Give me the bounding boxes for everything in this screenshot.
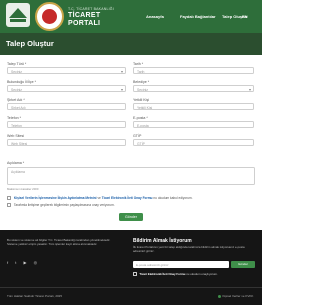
nav-useful-links[interactable]: Faydalı Bağlantılar <box>180 14 216 19</box>
nav-home[interactable]: Anasayfa <box>146 14 164 19</box>
brand-title[interactable]: TİCARET PORTALI <box>68 12 100 27</box>
brand-subtitle: T.C. TİCARET BAKANLIĞI <box>68 7 114 11</box>
kvkk-link-label: Kişisel Veriler ve KVKK <box>222 294 254 298</box>
municipality-select[interactable]: Seçiniz <box>133 85 254 92</box>
newsletter-title: Bildirim Almak İstiyorum <box>133 238 192 244</box>
consent-row-2: Tarafımla iletişime geçilerek bilgilerim… <box>7 203 115 208</box>
province-label: Bulunduğu İl/İlçe * <box>7 80 36 84</box>
phone-label: Telefon * <box>7 116 21 120</box>
province-select[interactable]: Seçiniz <box>7 85 126 92</box>
social-icons[interactable]: f t ▶ ◎ <box>7 260 40 265</box>
website-label: Web Sitesi <box>7 134 25 138</box>
newsletter-consent-checkbox[interactable] <box>133 272 137 276</box>
description-textarea[interactable]: Açıklama <box>7 167 255 185</box>
commercial-message-form-link[interactable]: Ticari Elektronik İleti Onay Formu <box>102 196 153 200</box>
brand-line-1: TİCARET <box>68 12 101 19</box>
consent-row-1: Kişisel Verilerin İşlenmesine İlişkin Ay… <box>7 196 193 201</box>
municipality-label: Belediye * <box>133 80 150 84</box>
ministry-logo-icon[interactable] <box>6 3 30 27</box>
consent-text-2: Tarafımla iletişime geçilerek bilgilerim… <box>13 203 115 207</box>
copyright-text: Tüm Hakları Saklıdır Ticaret Portalı, 20… <box>7 294 63 298</box>
newsletter-email-input[interactable]: E-posta adresinizi giriniz <box>133 261 229 268</box>
kvkk-link[interactable]: Kişisel Veriler ve KVKK <box>218 294 253 298</box>
description-label: Açıklama * <box>7 161 25 165</box>
website-input[interactable]: Web Sitesi <box>7 139 126 146</box>
submit-button[interactable]: Gönder <box>119 213 143 221</box>
newsletter-consent-row: Ticari Elektronik İleti Onay Formu nu ok… <box>133 272 218 276</box>
gtip-input[interactable]: GTİP <box>133 139 254 146</box>
request-type-label: Talep Türü * <box>7 62 27 66</box>
newsletter-submit-button[interactable]: Gönder <box>231 261 255 268</box>
request-type-select[interactable]: Seçiniz <box>7 67 126 74</box>
footer-divider <box>0 287 262 288</box>
company-name-label: Şirket Adı * <box>7 98 25 102</box>
consent-text-and: ve <box>97 196 101 200</box>
email-input[interactable]: E-posta <box>133 121 254 128</box>
contact-person-input[interactable]: Yetkili Kişi <box>133 103 254 110</box>
newsletter-consent-link[interactable]: Ticari Elektronik İleti Onay Formu <box>139 272 185 276</box>
contact-person-label: Yetkili Kişi <box>133 98 150 102</box>
char-limit-hint: Maksimum karakter 2000 <box>7 187 39 191</box>
email-label: E-posta * <box>133 116 148 120</box>
privacy-notice-link[interactable]: Kişisel Verilerin İşlenmesine İlişkin Ay… <box>14 196 97 200</box>
kvkk-dot-icon <box>218 294 221 298</box>
nav-language[interactable]: EN <box>242 14 248 19</box>
date-label: Tarih * <box>133 62 144 66</box>
date-input[interactable]: Tarih <box>133 67 254 74</box>
consent-text-suffix: nu okudum kabul ediyorum. <box>153 196 193 200</box>
consent-checkbox-1[interactable] <box>7 196 11 201</box>
page-title: Talep Oluştur <box>6 39 54 48</box>
company-name-input[interactable]: Şirket Adı <box>7 103 126 110</box>
portal-seal-icon[interactable] <box>35 2 64 31</box>
brand-line-2: PORTALI <box>68 19 101 27</box>
gtip-label: GTİP <box>133 134 142 138</box>
footer-about-text: Bu sistem ve sisteme ait bilgiler T.C. T… <box>7 238 111 247</box>
consent-checkbox-2[interactable] <box>7 203 11 208</box>
phone-input[interactable]: Telefon <box>7 121 126 128</box>
newsletter-consent-suffix: nu okudum onaylıyorum. <box>186 272 218 276</box>
newsletter-description: İlk ticaret Portalının yeni bir talep al… <box>133 245 245 253</box>
